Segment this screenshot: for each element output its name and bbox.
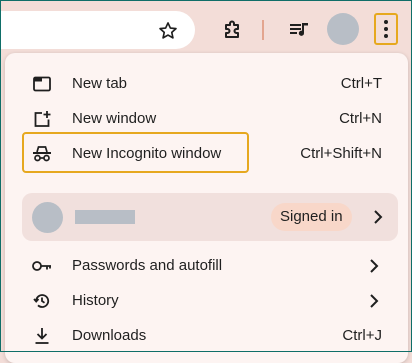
signed-in-badge: Signed in [271,203,352,231]
menu-item-downloads[interactable]: Downloads Ctrl+J [5,319,408,353]
menu-item-label: New tab [72,75,128,92]
menu-item-history[interactable]: History [5,284,408,318]
profile-avatar [32,202,63,233]
menu-item-shortcut: Ctrl+T [340,75,382,92]
profile-avatar[interactable] [327,13,359,45]
menu-item-new-tab[interactable]: New tab Ctrl+T [5,67,408,101]
toolbar-divider [262,20,264,40]
menu-item-passwords-and-autofill[interactable]: Passwords and autofill [5,249,408,283]
chevron-right-icon [370,294,379,308]
more-menu-icon[interactable] [374,13,398,45]
menu-item-label: Passwords and autofill [72,257,223,274]
browser-toolbar [0,0,412,58]
chevron-right-icon [374,210,383,224]
new-tab-icon [32,75,52,93]
media-controls-icon[interactable] [286,17,312,43]
extensions-icon[interactable] [219,17,245,43]
download-icon [32,327,52,345]
chevron-right-icon [370,259,379,273]
history-icon [32,292,52,310]
new-window-icon [32,110,52,128]
menu-item-label: Downloads [72,327,147,344]
menu-item-shortcut: Ctrl+J [342,327,382,344]
incognito-highlight-box [22,132,249,173]
menu-item-label: New window [72,110,157,127]
chrome-app-menu: New tab Ctrl+T New window Ctrl+N New Inc… [5,53,408,363]
key-icon [32,257,52,275]
menu-item-new-window[interactable]: New window Ctrl+N [5,102,408,136]
profile-row[interactable]: Signed in [22,193,398,241]
profile-name-redacted [75,210,135,224]
menu-item-label: History [72,292,119,309]
menu-item-shortcut: Ctrl+N [339,110,382,127]
menu-item-shortcut: Ctrl+Shift+N [300,145,382,162]
star-icon[interactable] [156,19,180,43]
